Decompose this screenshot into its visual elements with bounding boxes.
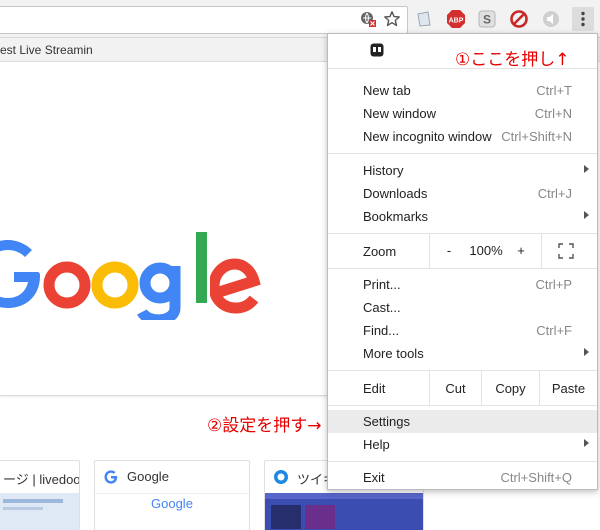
menu-item-label: Settings [363,414,410,429]
menu-item-label: New window [363,106,436,121]
site-info-blocked-icon[interactable] [358,9,378,29]
paste-button[interactable]: Paste [540,381,597,396]
google-logo-e [210,258,261,314]
menu-item-more-tools[interactable]: More tools [328,342,597,365]
menu-item-label: Cast... [363,300,401,315]
adblock-plus-icon[interactable]: ABP [446,9,466,29]
tile-title: Google [127,469,169,484]
menu-separator [541,234,542,268]
menu-item-shortcut: Ctrl+Shift+Q [500,470,572,485]
menu-separator [429,234,430,268]
menu-item-label: History [363,163,404,178]
most-visited-tile[interactable]: Google Google [94,460,250,530]
menu-item-label: Exit [363,470,385,485]
menu-item-settings[interactable]: Settings [328,410,597,433]
menu-item-edit: Edit Cut Copy Paste [328,371,597,405]
annotation-step1: ①ここを押し↑ [455,50,570,70]
menu-item-label: Print... [363,277,401,292]
menu-separator [328,461,597,462]
menu-item-label: Downloads [363,186,428,201]
address-bar[interactable] [0,6,408,34]
tile-thumbnail [0,493,79,530]
menu-item-zoom: Zoom - 100% + [328,234,597,268]
most-visited-tile[interactable]: ージ | livedoo [0,460,80,530]
menu-item-downloads[interactable]: Downloads Ctrl+J [328,182,597,205]
submenu-arrow-icon [584,439,589,447]
zoom-level: 100% [469,243,503,258]
menu-item-label: Zoom [363,244,397,259]
menu-item-shortcut: Ctrl+Shift+N [501,129,572,144]
tile-thumbnail [265,493,423,530]
menu-item-label: Edit [363,381,386,396]
menu-separator [328,153,597,154]
zoom-in-button[interactable]: + [512,243,530,258]
google-logo [0,232,207,320]
menu-item-label: New incognito window [363,129,492,144]
tile-favicon-icon [273,469,289,490]
tile-thumbnail: Google [95,493,249,530]
menu-item-label: More tools [363,346,424,361]
menu-item-new-tab[interactable]: New tab Ctrl+T [328,79,597,102]
zoom-out-button[interactable]: - [440,243,458,258]
extension-page-icon[interactable] [414,9,434,29]
menu-item-history[interactable]: History [328,159,597,182]
extension-menu-icon[interactable] [370,43,384,62]
cut-button[interactable]: Cut [430,381,481,396]
menu-item-shortcut: Ctrl+T [536,83,572,98]
menu-item-shortcut: Ctrl+N [534,106,572,121]
menu-item-shortcut: Ctrl+F [536,323,572,338]
svg-text:ABP: ABP [449,18,464,25]
menu-item-print[interactable]: Print... Ctrl+P [328,273,597,296]
fullscreen-icon[interactable] [558,243,574,264]
menu-item-new-incognito-window[interactable]: New incognito window Ctrl+Shift+N [328,125,597,148]
menu-item-label: New tab [363,83,411,98]
bookmark-star-icon[interactable] [382,9,402,29]
menu-item-help[interactable]: Help [328,433,597,456]
more-menu-icon[interactable] [572,7,594,31]
menu-item-cast[interactable]: Cast... [328,296,597,319]
menu-item-exit[interactable]: Exit Ctrl+Shift+Q [328,466,597,489]
s-extension-icon[interactable]: S [477,9,497,29]
menu-item-label: Help [363,437,390,452]
audio-muted-icon[interactable] [541,9,561,29]
copy-button[interactable]: Copy [482,381,539,396]
menu-item-shortcut: Ctrl+J [537,186,572,201]
thumb-google-logo: Google [151,496,193,511]
menu-item-label: Bookmarks [363,209,429,224]
annotation-step2: ②設定を押す→ [207,416,322,436]
block-icon[interactable] [509,9,529,29]
menu-item-find[interactable]: Find... Ctrl+F [328,319,597,342]
menu-separator [328,405,597,406]
submenu-arrow-icon [584,211,589,219]
menu-item-new-window[interactable]: New window Ctrl+N [328,102,597,125]
menu-item-shortcut: Ctrl+P [535,277,572,292]
google-favicon-icon [104,470,118,489]
menu-item-bookmarks[interactable]: Bookmarks [328,205,597,228]
submenu-arrow-icon [584,165,589,173]
tile-title: ージ | livedoo [3,472,80,487]
menu-separator [328,268,597,269]
chrome-menu: New tab Ctrl+T New window Ctrl+N New inc… [327,33,598,490]
menu-item-label: Find... [363,323,400,338]
bookmark-item[interactable]: est Live Streamin [0,43,93,57]
svg-text:S: S [483,13,491,27]
submenu-arrow-icon [584,348,589,356]
